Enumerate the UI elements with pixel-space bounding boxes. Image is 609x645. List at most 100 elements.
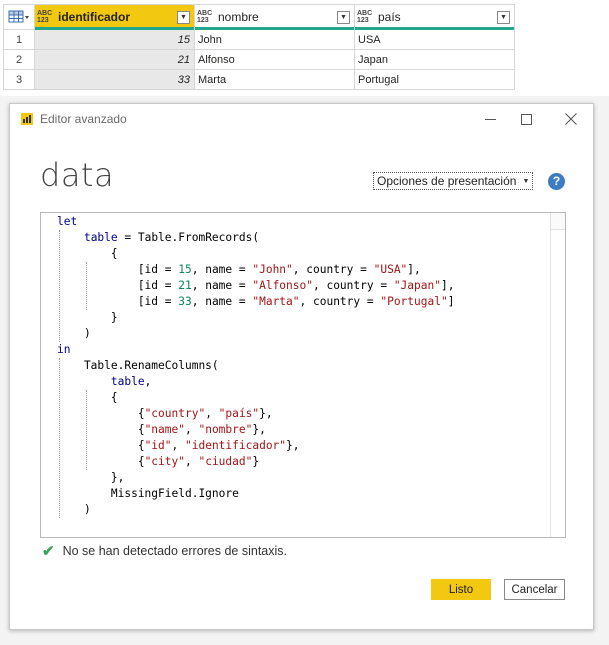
column-name: identificador [58,10,131,24]
code-token: }, [286,439,300,452]
column-quality-bar [355,27,514,30]
code-line[interactable]: }, [57,470,124,486]
code-token: }, [252,423,266,436]
code-line[interactable]: ) [57,502,91,518]
query-name-heading: data [40,156,115,194]
code-token: ] [447,295,455,308]
chevron-down-icon[interactable]: ▼ [177,10,190,24]
type-icon[interactable]: ABC 123 [37,10,54,24]
code-token: { [57,455,145,468]
code-token: { [57,407,145,420]
column-name: nombre [218,10,259,24]
table-row[interactable]: 3 33 Marta Portugal [3,69,515,90]
help-icon[interactable]: ? [548,173,565,190]
code-token: , name = [191,263,253,276]
cell-pais[interactable]: Portugal [354,69,515,90]
code-token: , country = [312,279,394,292]
done-button[interactable]: Listo [431,579,491,600]
cell-identificador[interactable]: 33 [34,69,195,90]
display-options-label: Opciones de presentación [377,174,517,188]
code-token: Table.RenameColumns( [57,359,219,372]
maximize-icon[interactable] [511,107,541,131]
chevron-down-icon: ▼ [522,177,530,185]
code-token: , country = [292,263,374,276]
code-line[interactable]: {"id", "identificador"}, [57,438,300,454]
code-token: "Marta" [252,295,300,308]
table-row[interactable]: 1 15 John USA [3,29,515,50]
code-token: "ciudad" [198,455,253,468]
column-header-nombre[interactable]: ABC 123 nombre ▼ [194,4,355,30]
cell-identificador[interactable]: 21 [34,49,195,70]
column-quality-bar [35,27,194,30]
cell-identificador[interactable]: 15 [34,29,195,50]
title-bar[interactable]: Editor avanzado [10,104,593,132]
display-options-dropdown[interactable]: Opciones de presentación ▼ [373,172,534,190]
status-text: No se han detectado errores de sintaxis. [62,544,288,558]
code-line[interactable]: table = Table.FromRecords( [57,230,259,246]
code-token: , [171,439,185,452]
code-token: }, [57,471,125,484]
cell-pais[interactable]: USA [354,29,515,50]
code-line[interactable]: [id = 33, name = "Marta", country = "Por… [57,294,455,310]
code-token: , name = [191,295,253,308]
code-token: 21 [178,279,192,292]
column-quality-bar [195,27,354,30]
grid-corner[interactable] [3,4,35,30]
chevron-down-icon[interactable]: ▼ [497,10,510,24]
code-line[interactable]: in [57,342,70,358]
check-icon: ✔ [42,543,55,560]
code-token: "name" [144,423,185,436]
code-editor[interactable]: let table = Table.FromRecords( { [id = 1… [40,212,566,538]
close-icon[interactable] [556,107,586,131]
chevron-down-icon[interactable]: ▼ [337,10,350,24]
code-line[interactable]: ) [57,326,91,342]
row-number[interactable]: 3 [3,69,35,90]
code-token: { [57,423,145,436]
minimize-icon[interactable] [475,107,505,131]
code-token: "Japan" [393,279,441,292]
code-line[interactable]: [id = 21, name = "Alfonso", country = "J… [57,278,455,294]
code-token: } [252,455,260,468]
code-token: ) [57,503,91,516]
vertical-scrollbar[interactable] [550,229,565,537]
code-line[interactable]: { [57,246,118,262]
type-icon[interactable]: ABC 123 [197,10,214,24]
code-token: "nombre" [198,423,253,436]
cell-nombre[interactable]: Marta [194,69,355,90]
row-number[interactable]: 1 [3,29,35,50]
code-token: let [57,215,78,228]
code-token: 15 [178,263,192,276]
code-token: , [144,375,152,388]
cell-nombre[interactable]: Alfonso [194,49,355,70]
code-line[interactable]: let [57,214,77,230]
scrollbar-corner [550,213,565,230]
cell-pais[interactable]: Japan [354,49,515,70]
code-token: { [57,439,145,452]
row-number[interactable]: 2 [3,49,35,70]
cell-nombre[interactable]: John [194,29,355,50]
table-icon[interactable] [8,10,30,24]
code-token: in [57,343,71,356]
code-line[interactable]: {"country", "país"}, [57,406,273,422]
code-line[interactable]: [id = 15, name = "John", country = "USA"… [57,262,421,278]
code-token: "city" [144,455,185,468]
code-line[interactable]: { [57,390,118,406]
code-line[interactable]: table, [57,374,151,390]
code-line[interactable]: Table.RenameColumns( [57,358,219,374]
cancel-button[interactable]: Cancelar [504,579,565,600]
column-header-identificador[interactable]: ABC 123 identificador ▼ [34,4,195,30]
code-token: ], [407,263,421,276]
code-token: , [205,407,219,420]
code-token: }, [259,407,273,420]
type-icon[interactable]: ABC 123 [357,10,374,24]
code-line[interactable]: {"city", "ciudad"} [57,454,259,470]
data-grid-area: ABC123 identificador ▼ ABC123 nombre ▼ [0,0,609,96]
code-line[interactable]: {"name", "nombre"}, [57,422,266,438]
code-line[interactable]: MissingField.Ignore [57,486,239,502]
code-line[interactable]: } [57,310,118,326]
column-name: país [378,10,401,24]
column-header-pais[interactable]: ABC 123 país ▼ [354,4,515,30]
table-row[interactable]: 2 21 Alfonso Japan [3,49,515,70]
indent-guide [86,390,87,470]
